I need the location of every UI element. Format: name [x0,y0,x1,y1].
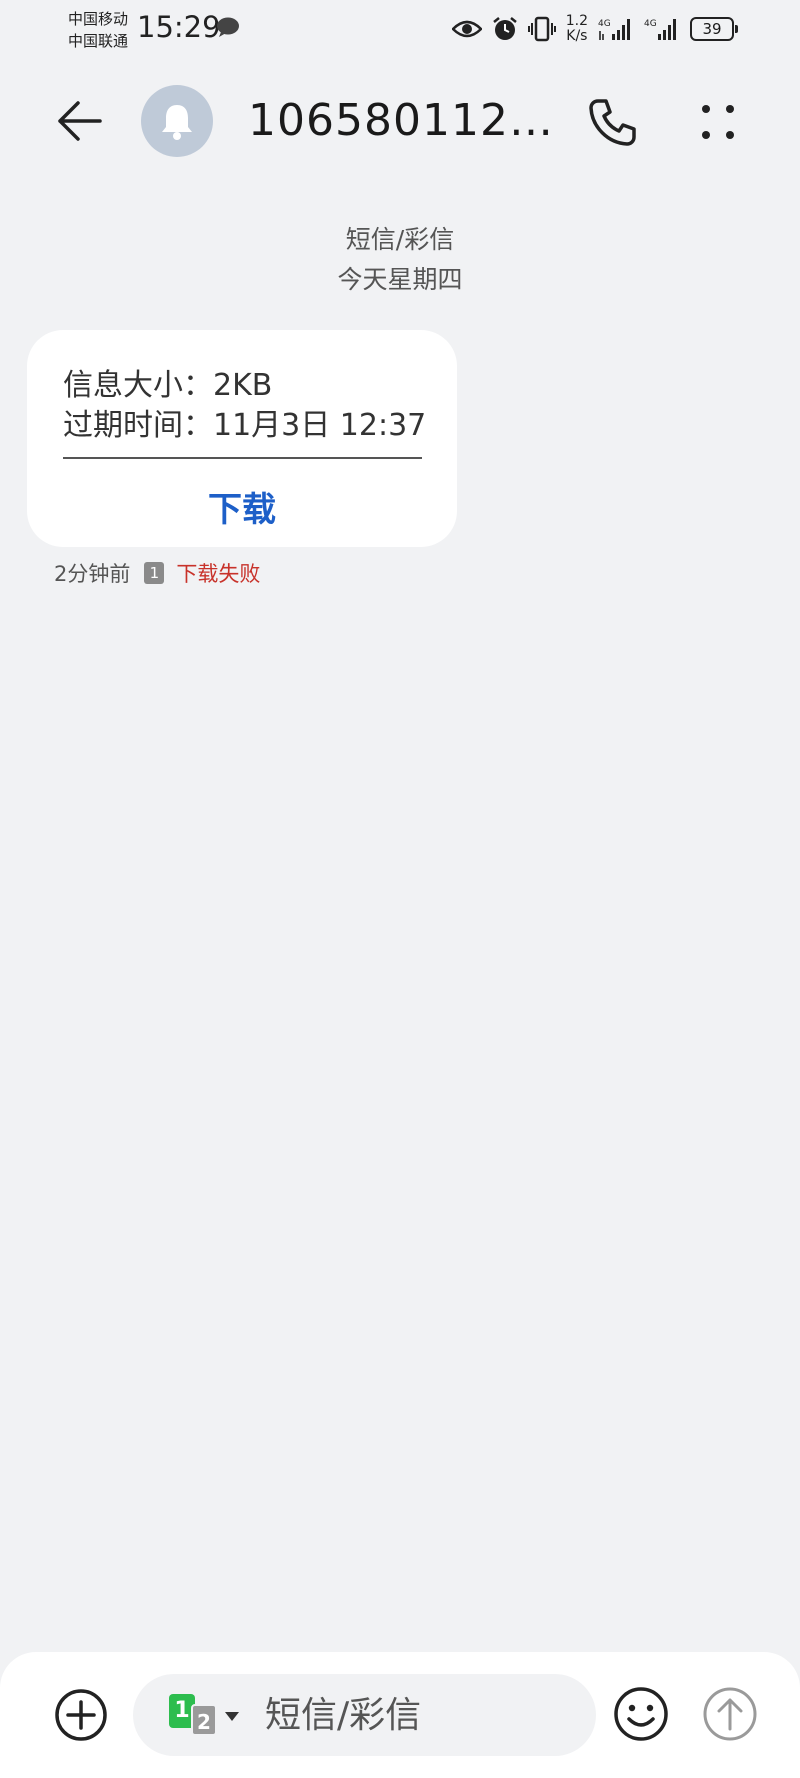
size-label: 信息大小： [63,368,213,403]
message-status-row: 2分钟前 1 下载失败 [54,558,260,588]
status-icons: 1.2 K/s 4G 4G 39 [451,12,738,46]
sim-switch-button[interactable]: 1 2 [169,1692,239,1738]
net-speed-unit: K/s [566,28,588,44]
vibrate-icon [527,16,556,42]
battery-indicator: 39 [690,17,738,41]
message-input[interactable] [265,1674,575,1756]
contact-name[interactable]: 1065801120… [248,95,558,146]
net-speed-value: 1.2 [565,13,588,29]
network-speed: 1.2 K/s [566,14,588,44]
conversation-date-label: 今天星期四 [337,265,463,294]
message-time-ago: 2分钟前 [54,562,131,586]
status-bar: 中国移动 中国联通 15:29 1.2 K/s 4G 4G 39 [0,0,800,60]
signal-2-icon: 4G [644,19,676,40]
signal-1-icon: 4G [598,19,630,40]
send-arrow-icon[interactable] [701,1685,759,1743]
plus-circle-icon[interactable] [54,1688,108,1742]
conversation-type-label: 短信/彩信 [345,225,455,254]
alarm-icon [492,17,517,40]
mms-message-bubble[interactable]: 信息大小：2KB 过期时间：11月3日 12:37 下载 [27,330,457,547]
chevron-down-icon [225,1712,239,1721]
message-expiry-row: 过期时间：11月3日 12:37 [63,400,426,444]
sim-2-icon: 2 [191,1704,217,1736]
avatar[interactable] [141,85,213,157]
message-size-row: 信息大小：2KB [63,360,272,404]
carrier-1: 中国移动 [68,10,129,28]
signal-1-label: 4G [598,19,611,29]
expiry-label: 过期时间： [63,408,213,443]
composer-bar: 1 2 [0,1652,800,1778]
download-failed-status[interactable]: 下载失败 [176,558,260,588]
bell-icon [162,105,192,140]
expiry-value: 11月3日 12:37 [213,408,427,443]
message-notification-icon [217,17,239,37]
more-dots-icon[interactable] [690,95,746,151]
phone-icon[interactable] [584,95,640,151]
download-button[interactable]: 下载 [27,482,457,531]
smiley-icon[interactable] [612,1685,670,1743]
carrier-names: 中国移动 中国联通 [68,8,128,52]
conversation-header: 1065801120… [0,75,800,165]
message-input-container: 1 2 [133,1674,596,1756]
size-value: 2KB [213,368,273,403]
carrier-2: 中国联通 [68,32,129,50]
status-time: 15:29 [137,10,221,44]
arrow-left-icon[interactable] [52,93,108,149]
battery-level: 39 [702,20,722,38]
signal-2-label: 4G [644,19,657,29]
eye-comfort-icon [451,20,482,38]
bubble-divider [63,457,422,459]
sim-card-icon: 1 [144,562,165,584]
